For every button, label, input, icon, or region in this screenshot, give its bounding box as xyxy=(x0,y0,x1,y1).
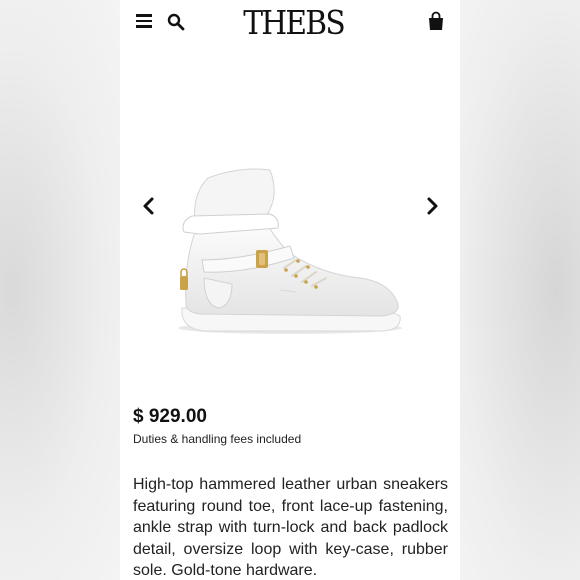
top-navigation-bar: THEBS xyxy=(120,0,460,46)
search-icon[interactable] xyxy=(167,13,185,31)
shopping-bag-icon[interactable] xyxy=(427,11,445,31)
product-price: $ 929.00 xyxy=(133,406,207,427)
background-right xyxy=(460,0,580,580)
product-image-sneaker[interactable] xyxy=(120,46,460,386)
sneaker-illustration xyxy=(178,168,402,334)
background-left xyxy=(0,0,120,580)
chevron-right-icon[interactable] xyxy=(423,196,441,216)
hamburger-menu-icon[interactable] xyxy=(136,14,152,28)
brand-logo[interactable]: THEBS xyxy=(243,5,345,41)
product-page: THEBS $ 929.00 Duties & handling fees in… xyxy=(120,0,460,580)
product-description: High-top hammered leather urban sneakers… xyxy=(133,476,448,579)
chevron-left-icon[interactable] xyxy=(140,196,158,216)
duties-note: Duties & handling fees included xyxy=(133,432,302,446)
